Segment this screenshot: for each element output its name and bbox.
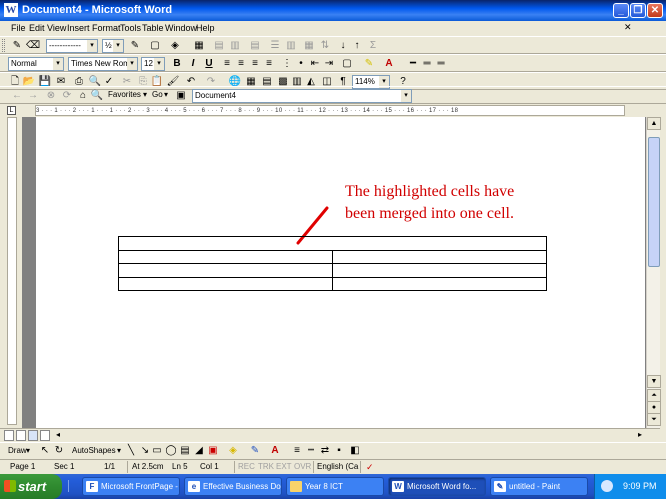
start-label: start xyxy=(18,479,47,494)
windows-flag-icon xyxy=(4,480,16,492)
line-style-icon[interactable]: ≡ xyxy=(290,444,304,458)
fill-color-icon[interactable]: ◈ xyxy=(226,444,240,458)
drawing-toolbar: Draw ▾ ↖ ↻ AutoShapes ▾ ╲ ↘ ▭ ◯ ▤ ◢ ▣ ◈ … xyxy=(0,442,666,459)
status-page: Page 1 xyxy=(10,462,36,471)
next-page-button[interactable]: ⏷ xyxy=(647,413,661,426)
table-row[interactable] xyxy=(118,249,547,264)
status-section: Sec 1 xyxy=(54,462,75,471)
taskbar-item-year8[interactable]: Year 8 ICT xyxy=(286,477,384,496)
paint-icon: ✎ xyxy=(494,481,506,492)
scroll-up-button[interactable]: ▲ xyxy=(647,117,661,130)
word-icon: W xyxy=(392,481,404,492)
taskbar-item-effective-business[interactable]: e Effective Business Do... xyxy=(184,477,282,496)
scroll-right-icon[interactable]: ▸ xyxy=(634,430,646,441)
system-tray: 9:09 PM xyxy=(594,474,666,499)
normal-view-icon[interactable] xyxy=(4,430,14,441)
status-line: Ln 5 xyxy=(172,462,188,471)
frontpage-icon: F xyxy=(86,481,98,492)
status-pages: 1/1 xyxy=(104,462,116,471)
draw-font-color-icon[interactable]: A xyxy=(268,444,282,458)
shadow-style-icon[interactable]: ▪ xyxy=(332,444,346,458)
line-color-icon[interactable]: ✎ xyxy=(248,444,262,458)
start-button[interactable]: start xyxy=(0,474,62,499)
print-layout-icon[interactable] xyxy=(28,430,38,441)
web-layout-icon[interactable] xyxy=(16,430,26,441)
folder-icon xyxy=(290,481,302,492)
clip-art-icon[interactable]: ▣ xyxy=(206,444,220,458)
select-objects-icon[interactable]: ↖ xyxy=(38,444,52,458)
text-box-icon[interactable]: ▤ xyxy=(178,444,192,458)
line-tool-icon[interactable]: ╲ xyxy=(124,444,138,458)
scroll-thumb[interactable] xyxy=(648,137,660,267)
table-cell[interactable] xyxy=(118,249,333,264)
free-rotate-icon[interactable]: ↻ xyxy=(52,444,66,458)
status-column: Col 1 xyxy=(200,462,219,471)
horizontal-scrollbar[interactable]: ◂ ▸ xyxy=(0,428,660,442)
taskbar: start F Microsoft FrontPage - ... e Effect… xyxy=(0,474,666,499)
vertical-scrollbar[interactable]: ▲ ▼ ⏶ ● ⏷ xyxy=(646,117,661,428)
ie-icon: e xyxy=(188,481,200,492)
outline-view-icon[interactable] xyxy=(40,430,50,441)
scroll-left-icon[interactable]: ◂ xyxy=(52,430,64,441)
status-at: At 2.5cm xyxy=(132,462,164,471)
status-ovr[interactable]: OVR xyxy=(294,462,311,471)
spelling-status-icon[interactable]: ✓ xyxy=(366,462,378,472)
status-rec[interactable]: REC xyxy=(238,462,255,471)
status-trk[interactable]: TRK xyxy=(258,462,274,471)
oval-tool-icon[interactable]: ◯ xyxy=(164,444,178,458)
rectangle-tool-icon[interactable]: ▭ xyxy=(150,444,164,458)
draw-menu[interactable]: Draw xyxy=(8,446,27,455)
status-language: English (Ca xyxy=(317,462,359,471)
merged-cell[interactable] xyxy=(118,236,547,251)
table-row[interactable] xyxy=(118,236,547,251)
dash-style-icon[interactable]: ┅ xyxy=(304,444,318,458)
scroll-down-button[interactable]: ▼ xyxy=(647,375,661,388)
clock[interactable]: 9:09 PM xyxy=(623,481,657,491)
table-cell[interactable] xyxy=(332,263,547,278)
taskbar-item-paint[interactable]: ✎ untitled - Paint xyxy=(490,477,588,496)
tray-icon[interactable] xyxy=(601,480,613,492)
table-cell[interactable] xyxy=(118,263,333,278)
taskbar-item-word[interactable]: W Microsoft Word fo... xyxy=(388,477,486,496)
status-ext[interactable]: EXT xyxy=(276,462,292,471)
autoshapes-menu[interactable]: AutoShapes xyxy=(72,446,116,455)
status-bar: Page 1 Sec 1 1/1 At 2.5cm Ln 5 Col 1 REC… xyxy=(0,459,666,474)
wordart-icon[interactable]: ◢ xyxy=(192,444,206,458)
arrow-style-icon[interactable]: ⇄ xyxy=(318,444,332,458)
table-row[interactable] xyxy=(118,263,547,278)
3d-style-icon[interactable]: ◧ xyxy=(348,444,362,458)
table-cell[interactable] xyxy=(118,276,333,291)
taskbar-item-frontpage[interactable]: F Microsoft FrontPage - ... xyxy=(82,477,180,496)
document-table[interactable] xyxy=(118,236,547,291)
table-row[interactable] xyxy=(118,276,547,291)
table-cell[interactable] xyxy=(332,249,547,264)
table-cell[interactable] xyxy=(332,276,547,291)
